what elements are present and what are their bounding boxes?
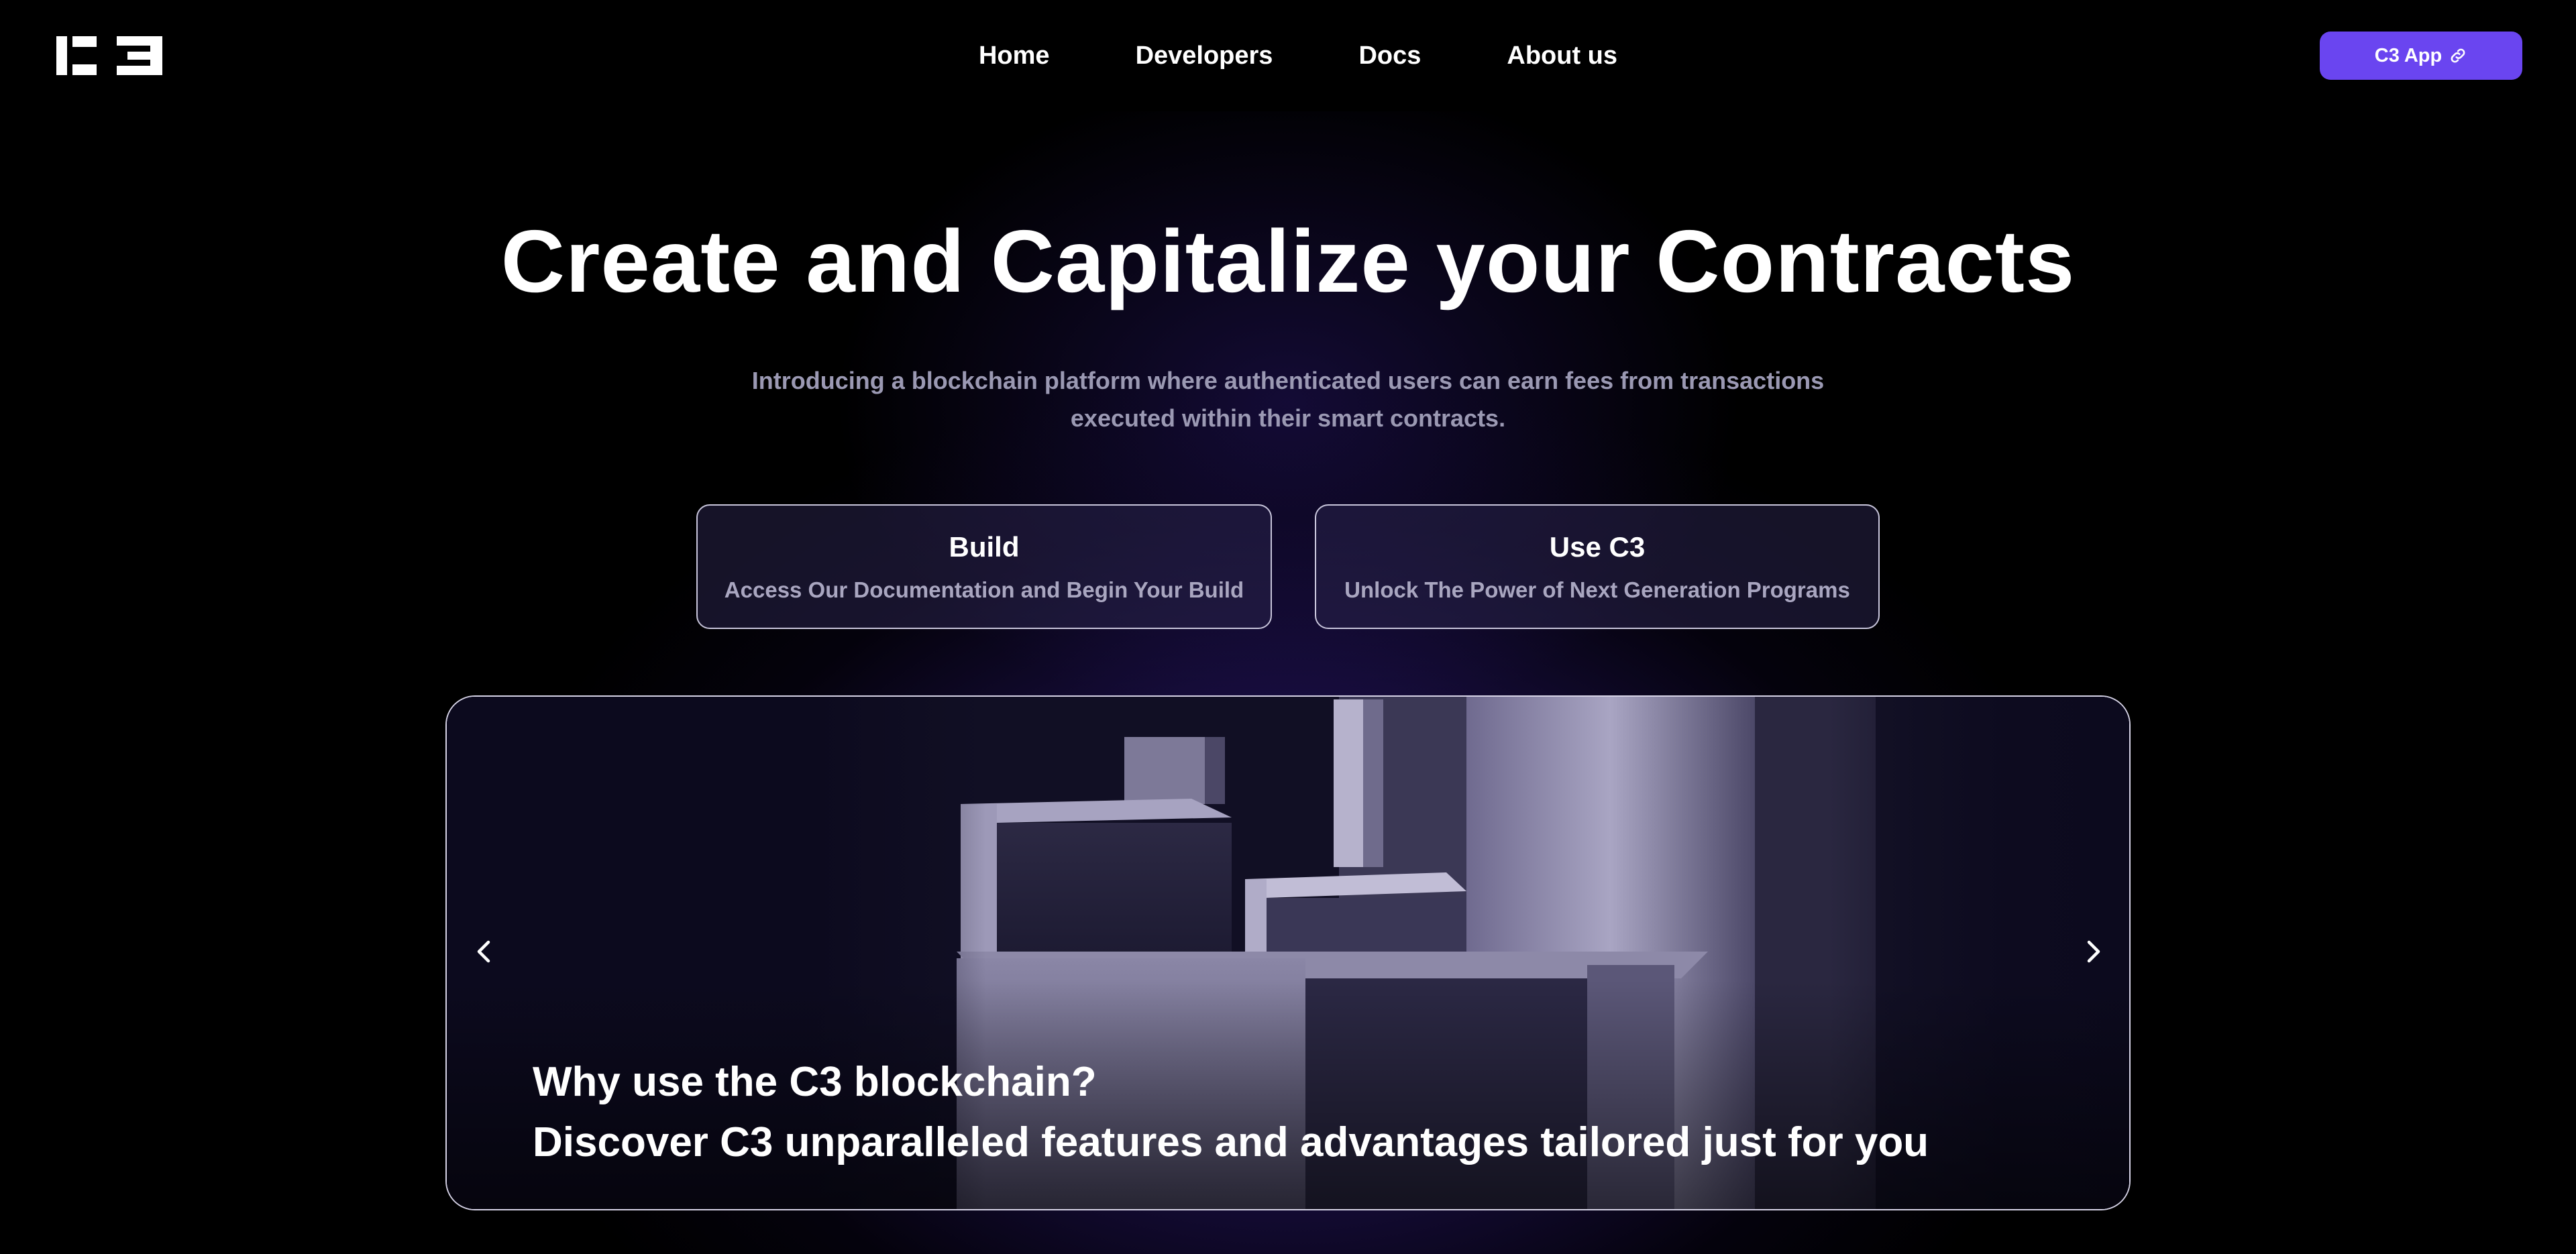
c3-app-button[interactable]: C3 App <box>2320 32 2522 80</box>
hero-title: Create and Capitalize your Contracts <box>500 212 2076 310</box>
slide-heading: Why use the C3 blockchain? <box>533 1059 1097 1105</box>
page: Home Developers Docs About us C3 App Cre… <box>0 0 2576 1254</box>
hero-subtitle: Introducing a blockchain platform where … <box>751 367 1825 432</box>
chevron-left-icon[interactable] <box>464 931 504 972</box>
build-card[interactable]: Build Access Our Documentation and Begin… <box>696 504 1272 629</box>
c3-app-button-label: C3 App <box>2374 44 2443 66</box>
link-icon <box>2451 48 2465 63</box>
nav-docs[interactable]: Docs <box>1358 42 1421 70</box>
build-card-description: Access Our Documentation and Begin Your … <box>724 577 1244 602</box>
top-header: Home Developers Docs About us C3 App <box>0 0 2576 111</box>
build-card-title: Build <box>949 531 1020 563</box>
slide-caption: Why use the C3 blockchain? Discover C3 u… <box>533 1052 1929 1173</box>
chevron-right-icon[interactable] <box>2073 931 2113 972</box>
use-c3-card-title: Use C3 <box>1549 531 1646 563</box>
main-nav: Home Developers Docs About us <box>0 0 2576 111</box>
use-c3-card[interactable]: Use C3 Unlock The Power of Next Generati… <box>1315 504 1880 629</box>
use-c3-card-description: Unlock The Power of Next Generation Prog… <box>1344 577 1850 602</box>
feature-carousel: Why use the C3 blockchain? Discover C3 u… <box>445 695 2131 1210</box>
slide-subheading: Discover C3 unparalleled features and ad… <box>533 1119 1929 1165</box>
nav-home[interactable]: Home <box>979 42 1050 70</box>
nav-about-us[interactable]: About us <box>1507 42 1617 70</box>
nav-developers[interactable]: Developers <box>1136 42 1273 70</box>
